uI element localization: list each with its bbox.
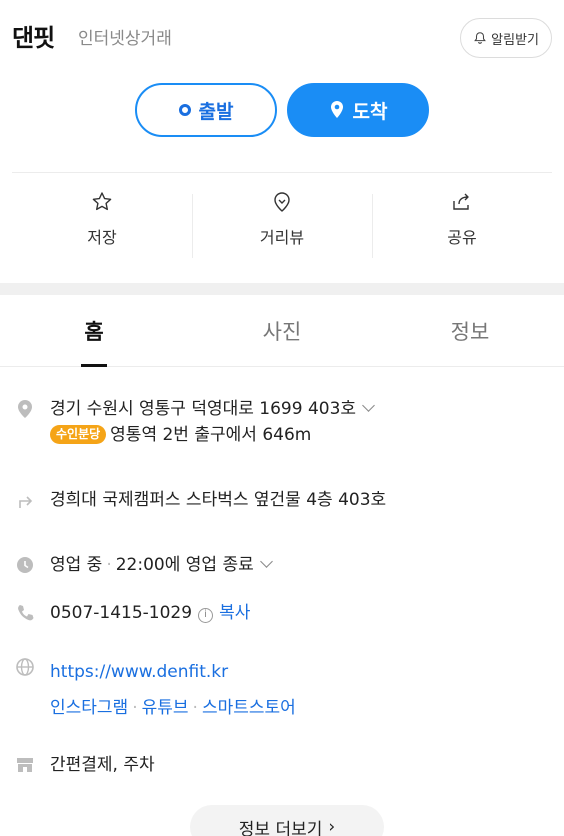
route-end-button[interactable]: 도착 [287, 83, 429, 137]
instagram-link[interactable]: 인스타그램 [50, 698, 128, 718]
more-info-label: 정보 더보기 [238, 819, 323, 836]
chevron-down-icon[interactable] [259, 555, 273, 568]
save-label: 저장 [87, 228, 117, 247]
route-start-label: 출발 [198, 100, 234, 123]
bell-icon [474, 32, 487, 44]
section-separator [0, 283, 564, 295]
tab-info[interactable]: 정보 [376, 295, 564, 366]
store-icon [17, 758, 33, 772]
route-buttons: 출발 도착 [0, 83, 564, 137]
location-pin-icon [330, 101, 343, 118]
clock-icon [17, 557, 33, 573]
share-icon [453, 193, 469, 210]
place-category: 인터넷상거래 [78, 29, 172, 49]
links-row: https://www.denfit.kr 인스타그램 · 유튜브 · 스마트스토어 [14, 654, 296, 726]
directions-text: 경희대 국제캠퍼스 스타벅스 옆건물 4층 403호 [50, 490, 387, 510]
hours-text: 22:00에 영업 종료 [115, 555, 254, 575]
tab-home[interactable]: 홈 [0, 295, 188, 366]
address-row: 경기 수원시 영통구 덕영대로 1699 403호 수인분당 영통역 2번 출구에… [14, 396, 375, 448]
status-text: 영업 중 [50, 555, 103, 575]
globe-icon [16, 658, 34, 676]
phone-number[interactable]: 0507-1415-1029 [50, 603, 192, 623]
route-end-label: 도착 [352, 100, 388, 123]
website-link[interactable]: https://www.denfit.kr [50, 662, 228, 682]
notify-button[interactable]: 알림받기 [460, 18, 552, 58]
facilities-text: 간편결제, 주차 [50, 755, 155, 775]
divider [12, 172, 552, 173]
phone-icon [18, 605, 34, 621]
street-view-button[interactable]: 거리뷰 [192, 190, 372, 270]
tab-photos[interactable]: 사진 [188, 295, 376, 366]
place-title: 댄핏 [12, 24, 55, 52]
status-separator: · [106, 555, 112, 575]
share-button[interactable]: 공유 [372, 190, 552, 270]
subway-text: 영통역 2번 출구에서 646m [110, 425, 312, 445]
copy-phone-link[interactable]: 복사 [219, 603, 250, 623]
subway-line-badge: 수인분당 [50, 425, 107, 444]
street-view-label: 거리뷰 [259, 228, 305, 247]
info-icon[interactable]: i [198, 607, 214, 623]
place-header: 댄핏 인터넷상거래 알림받기 [12, 14, 556, 62]
location-pin-icon [18, 400, 32, 418]
chevron-down-icon[interactable] [362, 399, 375, 412]
chevron-right-icon: › [328, 817, 336, 836]
address-text[interactable]: 경기 수원시 영통구 덕영대로 1699 403호 [50, 399, 356, 419]
tab-bar: 홈 사진 정보 [0, 295, 564, 367]
star-icon [92, 192, 112, 211]
more-info-button[interactable]: 정보 더보기 › [190, 805, 384, 836]
action-bar: 저장 거리뷰 공유 [12, 190, 552, 270]
phone-row: 0507-1415-1029 i 복사 [14, 600, 250, 626]
turn-arrow-icon [19, 496, 33, 508]
link-separator: · [132, 698, 138, 718]
facilities-row: 간편결제, 주차 [14, 752, 155, 778]
directions-row: 경희대 국제캠퍼스 스타벅스 옆건물 4층 403호 [14, 487, 386, 513]
link-separator: · [192, 698, 198, 718]
street-view-icon [274, 192, 290, 212]
share-label: 공유 [447, 228, 477, 247]
hours-row[interactable]: 영업 중 · 22:00에 영업 종료 [14, 552, 273, 578]
save-button[interactable]: 저장 [12, 190, 192, 270]
start-dot-icon [178, 104, 191, 116]
route-start-button[interactable]: 출발 [135, 83, 277, 137]
youtube-link[interactable]: 유튜브 [142, 698, 189, 718]
smartstore-link[interactable]: 스마트스토어 [202, 698, 296, 718]
notify-label: 알림받기 [491, 32, 539, 48]
